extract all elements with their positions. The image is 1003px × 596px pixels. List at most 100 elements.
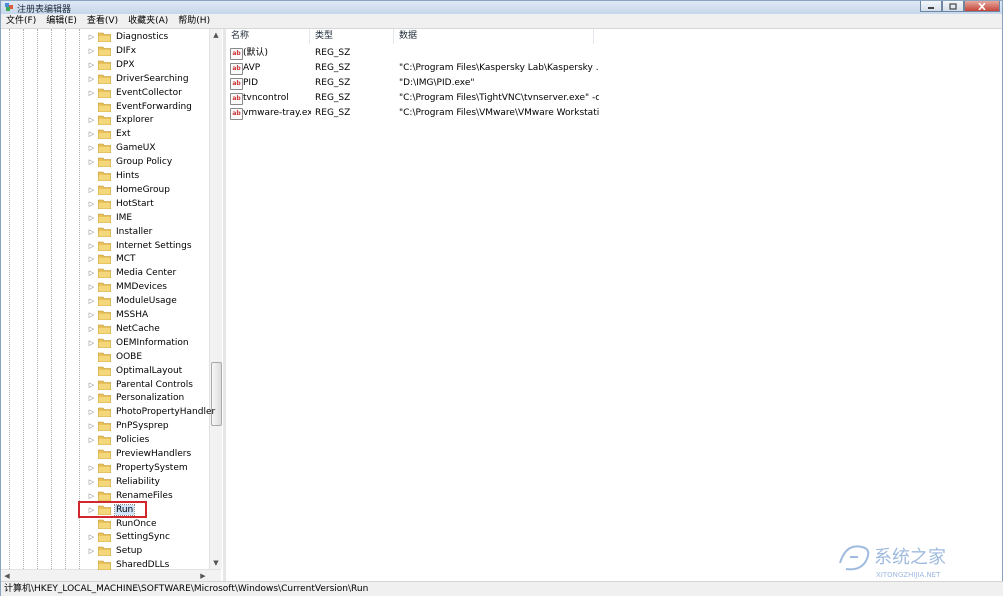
tree-vertical-scrollbar[interactable]: ▲ ▼ <box>209 29 222 569</box>
expand-arrow-icon[interactable]: ▷ <box>87 144 96 152</box>
folder-icon <box>97 532 112 543</box>
tree-item[interactable]: ▷ Diagnostics <box>87 30 169 44</box>
value-row[interactable]: ab (默认) REG_SZ <box>226 46 1002 61</box>
tree-item[interactable]: ▷ DPX <box>87 58 136 72</box>
expand-arrow-icon[interactable]: ▷ <box>87 492 96 500</box>
expand-arrow-icon[interactable]: ▷ <box>87 311 96 319</box>
tree-item[interactable]: ▷ HotStart <box>87 197 155 211</box>
expand-arrow-icon[interactable]: ▷ <box>87 61 96 69</box>
menu-item[interactable]: 编辑(E) <box>41 14 82 28</box>
menu-item[interactable]: 收藏夹(A) <box>123 14 173 28</box>
tree-item-label: DriverSearching <box>116 73 189 84</box>
expand-arrow-icon[interactable]: ▷ <box>87 158 96 166</box>
value-row[interactable]: ab vmware-tray.exe REG_SZ "C:\Program Files… <box>226 106 1002 121</box>
expand-arrow-icon[interactable]: ▷ <box>87 436 96 444</box>
menu-item[interactable]: 帮助(H) <box>173 14 215 28</box>
tree-item-label: Setup <box>116 546 143 557</box>
tree-guide-line <box>23 29 24 581</box>
column-header-data[interactable]: 数据 <box>394 29 594 44</box>
expand-arrow-icon[interactable]: ▷ <box>87 242 96 250</box>
tree-item[interactable]: ▷ PropertySystem <box>87 461 189 475</box>
expand-arrow-icon[interactable]: ▷ <box>87 269 96 277</box>
tree-item[interactable]: OptimalLayout <box>87 364 183 378</box>
tree-item[interactable]: OOBE <box>87 350 143 364</box>
tree-item[interactable]: RunOnce <box>87 517 158 531</box>
expand-arrow-icon[interactable]: ▷ <box>87 464 96 472</box>
scroll-up-arrow-icon[interactable]: ▲ <box>210 29 222 41</box>
tree-item[interactable]: PreviewHandlers <box>87 447 192 461</box>
expand-arrow-icon[interactable]: ▷ <box>87 533 96 541</box>
expand-arrow-icon[interactable]: ▷ <box>87 422 96 430</box>
expand-arrow-icon[interactable]: ▷ <box>87 394 96 402</box>
tree-item[interactable]: ▷ MMDevices <box>87 280 168 294</box>
expand-arrow-icon[interactable]: ▷ <box>87 547 96 555</box>
tree-item[interactable]: ▷ MCT <box>87 252 137 266</box>
tree-item[interactable]: ▷ Ext <box>87 127 132 141</box>
tree-item-label: Hints <box>116 171 140 181</box>
value-row[interactable]: ab PID REG_SZ "D:\IMG\PID.exe" <box>226 76 1002 91</box>
title-bar[interactable]: 注册表编辑器 <box>1 1 1002 15</box>
tree-guide-line <box>51 29 52 581</box>
tree-item[interactable]: ▷ DIFx <box>87 44 137 58</box>
tree-item[interactable]: ▷ Internet Settings <box>87 239 193 253</box>
expand-arrow-icon[interactable]: ▷ <box>87 75 96 83</box>
expand-arrow-icon[interactable]: ▷ <box>87 186 96 194</box>
expand-arrow-icon[interactable]: ▷ <box>87 283 96 291</box>
expand-arrow-icon[interactable]: ▷ <box>87 47 96 55</box>
tree-item[interactable]: ▷ NetCache <box>87 322 161 336</box>
minimize-button[interactable] <box>920 1 942 12</box>
tree-item[interactable]: ▷ Reliability <box>87 475 161 489</box>
registry-key-tree[interactable]: ▲ ▼ ◀ ▶ ▷ Diagnostics ▷ DIFx ▷ DPX ▷ DriverSear… <box>1 29 226 581</box>
expand-arrow-icon[interactable]: ▷ <box>87 116 96 124</box>
tree-item[interactable]: ▷ Policies <box>87 433 150 447</box>
value-row[interactable]: ab tvncontrol REG_SZ "C:\Program Files\Tigh… <box>226 91 1002 106</box>
tree-item[interactable]: ▷ OEMInformation <box>87 336 190 350</box>
value-row[interactable]: ab AVP REG_SZ "C:\Program Files\Kaspersky L… <box>226 61 1002 76</box>
tree-item[interactable]: ▷ PnPSysprep <box>87 419 170 433</box>
expand-arrow-icon[interactable]: ▷ <box>87 255 96 263</box>
tree-item[interactable]: ▷ IME <box>87 211 133 225</box>
tree-item[interactable]: ▷ Installer <box>87 225 153 239</box>
menu-item[interactable]: 文件(F) <box>1 14 41 28</box>
tree-item[interactable]: ▷ Personalization <box>87 391 185 405</box>
column-header-name[interactable]: 名称 <box>226 29 310 44</box>
scroll-right-arrow-icon[interactable]: ▶ <box>197 570 209 581</box>
expand-arrow-icon[interactable]: ▷ <box>87 200 96 208</box>
menu-item[interactable]: 查看(V) <box>82 14 123 28</box>
tree-item-label: Diagnostics <box>116 32 169 42</box>
tree-item[interactable]: ▷ ModuleUsage <box>87 294 178 308</box>
expand-arrow-icon[interactable]: ▷ <box>87 325 96 333</box>
tree-item[interactable]: ▷ GameUX <box>87 141 157 155</box>
tree-item[interactable]: ▷ PhotoPropertyHandler <box>87 405 216 419</box>
expand-arrow-icon[interactable]: ▷ <box>87 228 96 236</box>
expand-arrow-icon[interactable]: ▷ <box>87 297 96 305</box>
scroll-left-arrow-icon[interactable]: ◀ <box>1 570 13 581</box>
expand-arrow-icon[interactable]: ▷ <box>87 339 96 347</box>
expand-arrow-icon[interactable]: ▷ <box>87 130 96 138</box>
tree-item[interactable]: EventForwarding <box>87 100 193 114</box>
expand-arrow-icon[interactable]: ▷ <box>87 33 96 41</box>
scroll-down-arrow-icon[interactable]: ▼ <box>210 557 222 569</box>
tree-item[interactable]: ▷ HomeGroup <box>87 183 171 197</box>
tree-item[interactable]: ▷ MSSHA <box>87 308 149 322</box>
string-value-icon: ab <box>230 108 243 120</box>
tree-item[interactable]: Hints <box>87 169 140 183</box>
tree-item[interactable]: SharedDLLs <box>87 558 170 572</box>
close-button[interactable] <box>964 1 1000 12</box>
tree-item[interactable]: ▷ Group Policy <box>87 155 173 169</box>
tree-item[interactable]: ▷ SettingSync <box>87 530 171 544</box>
column-header-type[interactable]: 类型 <box>310 29 394 44</box>
tree-item[interactable]: ▷ DriverSearching <box>87 72 190 86</box>
expand-arrow-icon[interactable]: ▷ <box>87 89 96 97</box>
tree-item[interactable]: ▷ Parental Controls <box>87 378 194 392</box>
expand-arrow-icon[interactable]: ▷ <box>87 408 96 416</box>
maximize-button[interactable] <box>942 1 964 12</box>
tree-item[interactable]: ▷ EventCollector <box>87 86 183 100</box>
tree-item[interactable]: ▷ Media Center <box>87 266 177 280</box>
tree-item[interactable]: ▷ Setup <box>87 544 143 558</box>
expand-arrow-icon[interactable]: ▷ <box>87 478 96 486</box>
values-list[interactable]: 名称 类型 数据 ab (默认) REG_SZ ab AVP REG_SZ "C:\Prog… <box>226 29 1002 581</box>
tree-item[interactable]: ▷ Explorer <box>87 113 154 127</box>
expand-arrow-icon[interactable]: ▷ <box>87 214 96 222</box>
expand-arrow-icon[interactable]: ▷ <box>87 381 96 389</box>
